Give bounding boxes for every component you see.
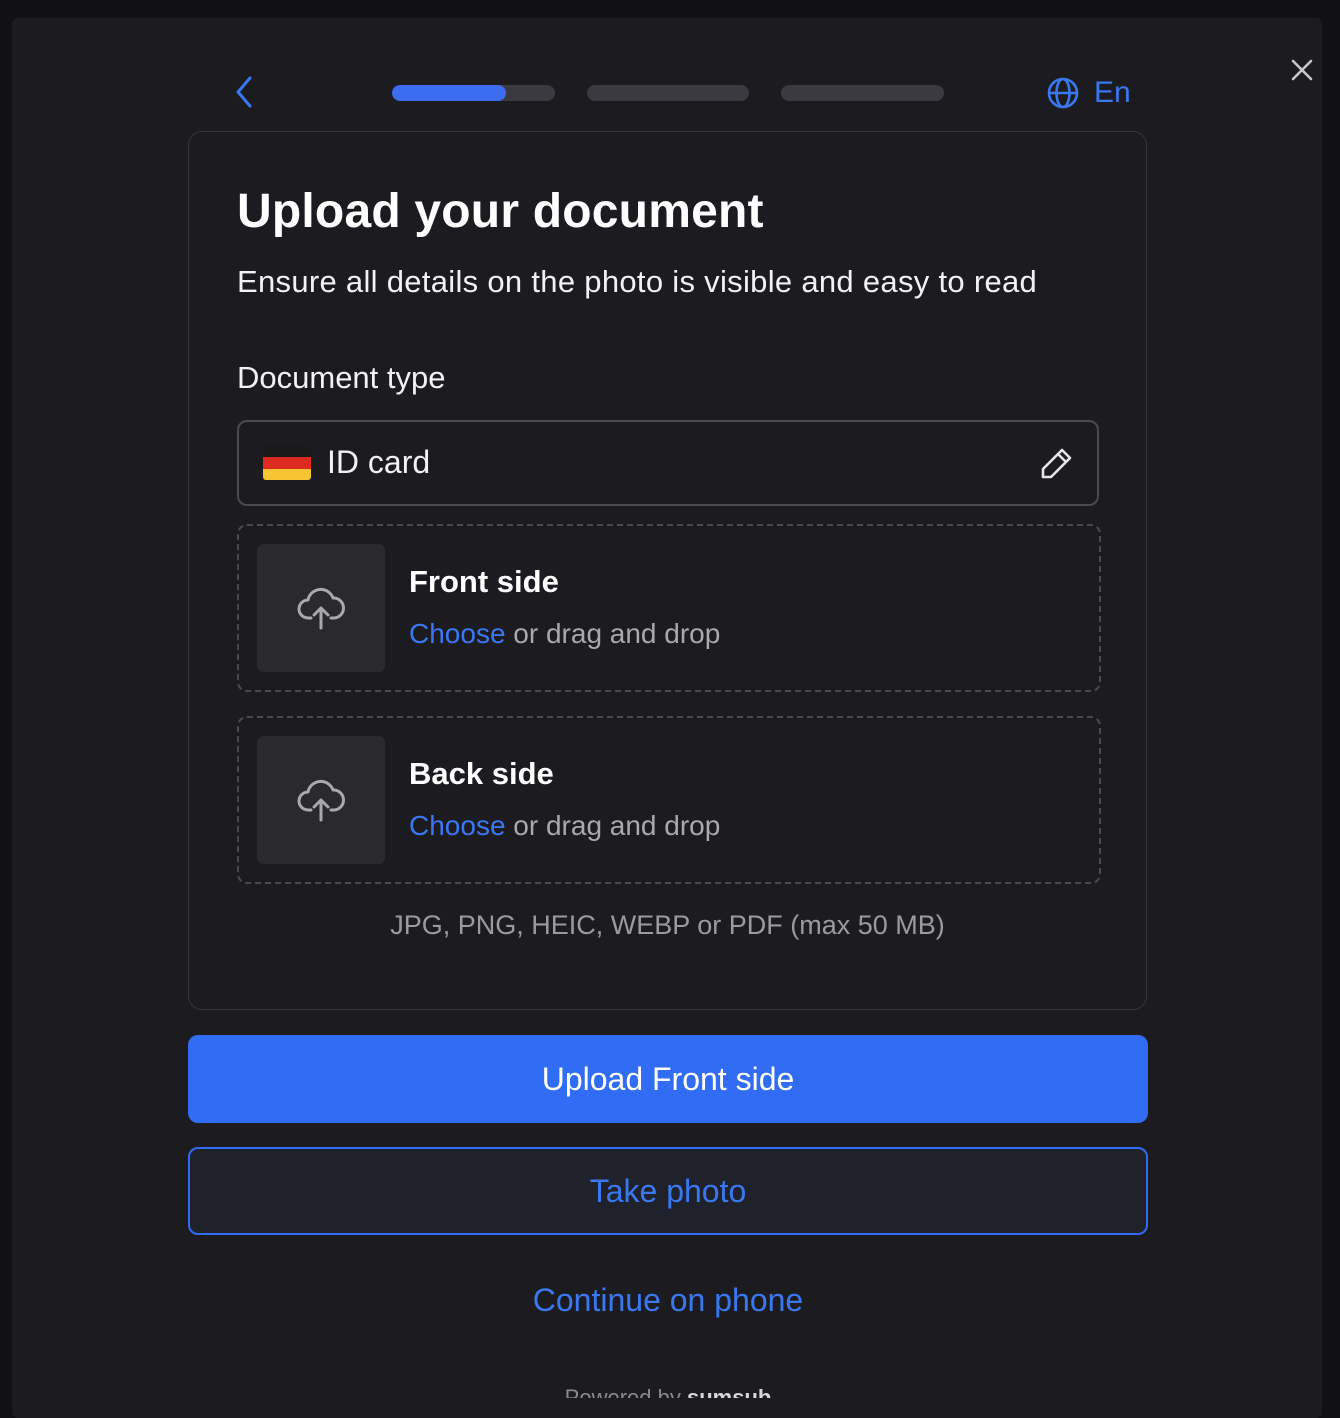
page-title: Upload your document xyxy=(237,185,764,238)
back-button[interactable] xyxy=(220,68,268,116)
page-subtitle: Ensure all details on the photo is visib… xyxy=(237,264,1038,299)
chevron-left-icon xyxy=(236,76,252,108)
powered-by-footer: Powered by sumsub xyxy=(188,1384,1148,1398)
back-side-hint: Choose or drag and drop xyxy=(409,810,720,842)
progress-fill xyxy=(392,85,507,101)
upload-thumb xyxy=(257,736,385,864)
drag-drop-text: or drag and drop xyxy=(505,810,721,841)
document-type-select[interactable]: ID card xyxy=(237,420,1099,506)
document-type-value: ID card xyxy=(327,444,431,480)
cloud-upload-icon xyxy=(297,779,345,822)
globe-icon xyxy=(1047,77,1079,109)
progress-step-3 xyxy=(781,85,944,101)
back-side-dropzone[interactable]: Back side Choose or drag and drop xyxy=(237,716,1101,884)
brand-logo: sumsub xyxy=(686,1385,772,1398)
language-selector[interactable]: En xyxy=(1046,74,1131,112)
cloud-upload-icon xyxy=(297,587,345,630)
upload-card: Upload your document Ensure all details … xyxy=(188,131,1147,1010)
progress-step-2 xyxy=(587,85,749,101)
front-side-choose-link[interactable]: Choose xyxy=(409,618,506,649)
powered-by-text: Powered by xyxy=(564,1385,681,1398)
close-button[interactable] xyxy=(1284,52,1320,88)
progress-step-1 xyxy=(392,85,555,101)
front-side-title: Front side xyxy=(409,564,559,599)
germany-flag-icon xyxy=(263,446,311,480)
continue-on-phone-link[interactable]: Continue on phone xyxy=(188,1282,1148,1319)
drag-drop-text: or drag and drop xyxy=(505,618,721,649)
pencil-icon[interactable] xyxy=(1039,445,1075,481)
document-type-label: Document type xyxy=(237,360,446,395)
front-side-dropzone[interactable]: Front side Choose or drag and drop xyxy=(237,524,1101,692)
upload-front-side-button[interactable]: Upload Front side xyxy=(188,1035,1148,1123)
upload-thumb xyxy=(257,544,385,672)
close-icon xyxy=(1291,59,1313,81)
back-side-title: Back side xyxy=(409,756,554,791)
language-label: En xyxy=(1094,76,1131,109)
back-side-choose-link[interactable]: Choose xyxy=(409,810,506,841)
file-formats-note: JPG, PNG, HEIC, WEBP or PDF (max 50 MB) xyxy=(390,910,945,940)
front-side-hint: Choose or drag and drop xyxy=(409,618,720,650)
take-photo-button[interactable]: Take photo xyxy=(188,1147,1148,1235)
